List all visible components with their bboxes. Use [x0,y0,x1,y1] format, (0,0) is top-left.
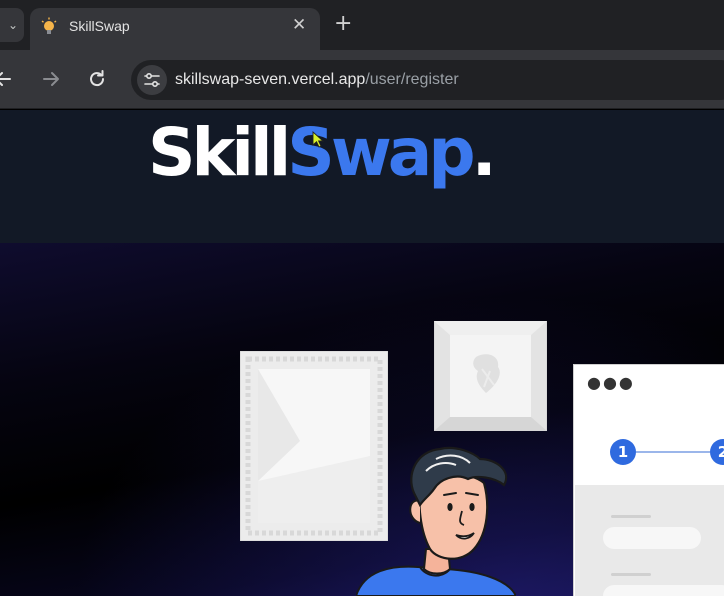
window-dots: ●●● [587,373,635,392]
browser-tab-strip: ⌄ SkillSwap ✕ + [0,0,724,50]
forward-icon[interactable] [40,68,62,90]
step-indicator: 1 2 [610,439,724,467]
field-placeholder [603,527,701,549]
field-label-placeholder [611,515,651,518]
person-illustration [356,446,516,596]
chevron-down-icon: ⌄ [7,18,18,32]
address-bar[interactable]: skillswap-seven.vercel.app/user/register [131,60,724,100]
step-connector [636,451,710,453]
logo-skill: Skill [148,114,291,191]
skillswap-logo[interactable]: SkillSwap. [148,120,497,186]
field-label-placeholder [611,573,651,576]
logo-dot: . [471,114,497,191]
url-path: /user/register [365,71,459,88]
url-text: skillswap-seven.vercel.app/user/register [175,71,459,89]
url-host: skillswap-seven.vercel.app [175,71,366,88]
tab-title: SkillSwap [69,18,130,34]
mouse-cursor-icon [312,131,324,148]
reload-icon[interactable] [86,68,108,90]
field-placeholder [603,585,724,596]
browser-toolbar: skillswap-seven.vercel.app/user/register [0,50,724,109]
picture-frame-small [434,321,547,431]
browser-tab-active[interactable]: SkillSwap ✕ [30,8,320,50]
lightbulb-icon [41,17,57,34]
new-tab-icon[interactable]: + [334,12,352,36]
step-2: 2 [710,439,724,465]
close-icon[interactable]: ✕ [292,15,306,35]
logo-swap: Swap [287,114,475,191]
site-info-button[interactable] [137,65,167,95]
tab-search-button[interactable]: ⌄ [0,8,24,42]
step-1: 1 [610,439,636,465]
site-info-icon [144,73,160,87]
form-panel [575,485,724,596]
registration-window-illustration: ●●● 1 2 [573,364,724,596]
back-icon[interactable] [0,68,14,90]
